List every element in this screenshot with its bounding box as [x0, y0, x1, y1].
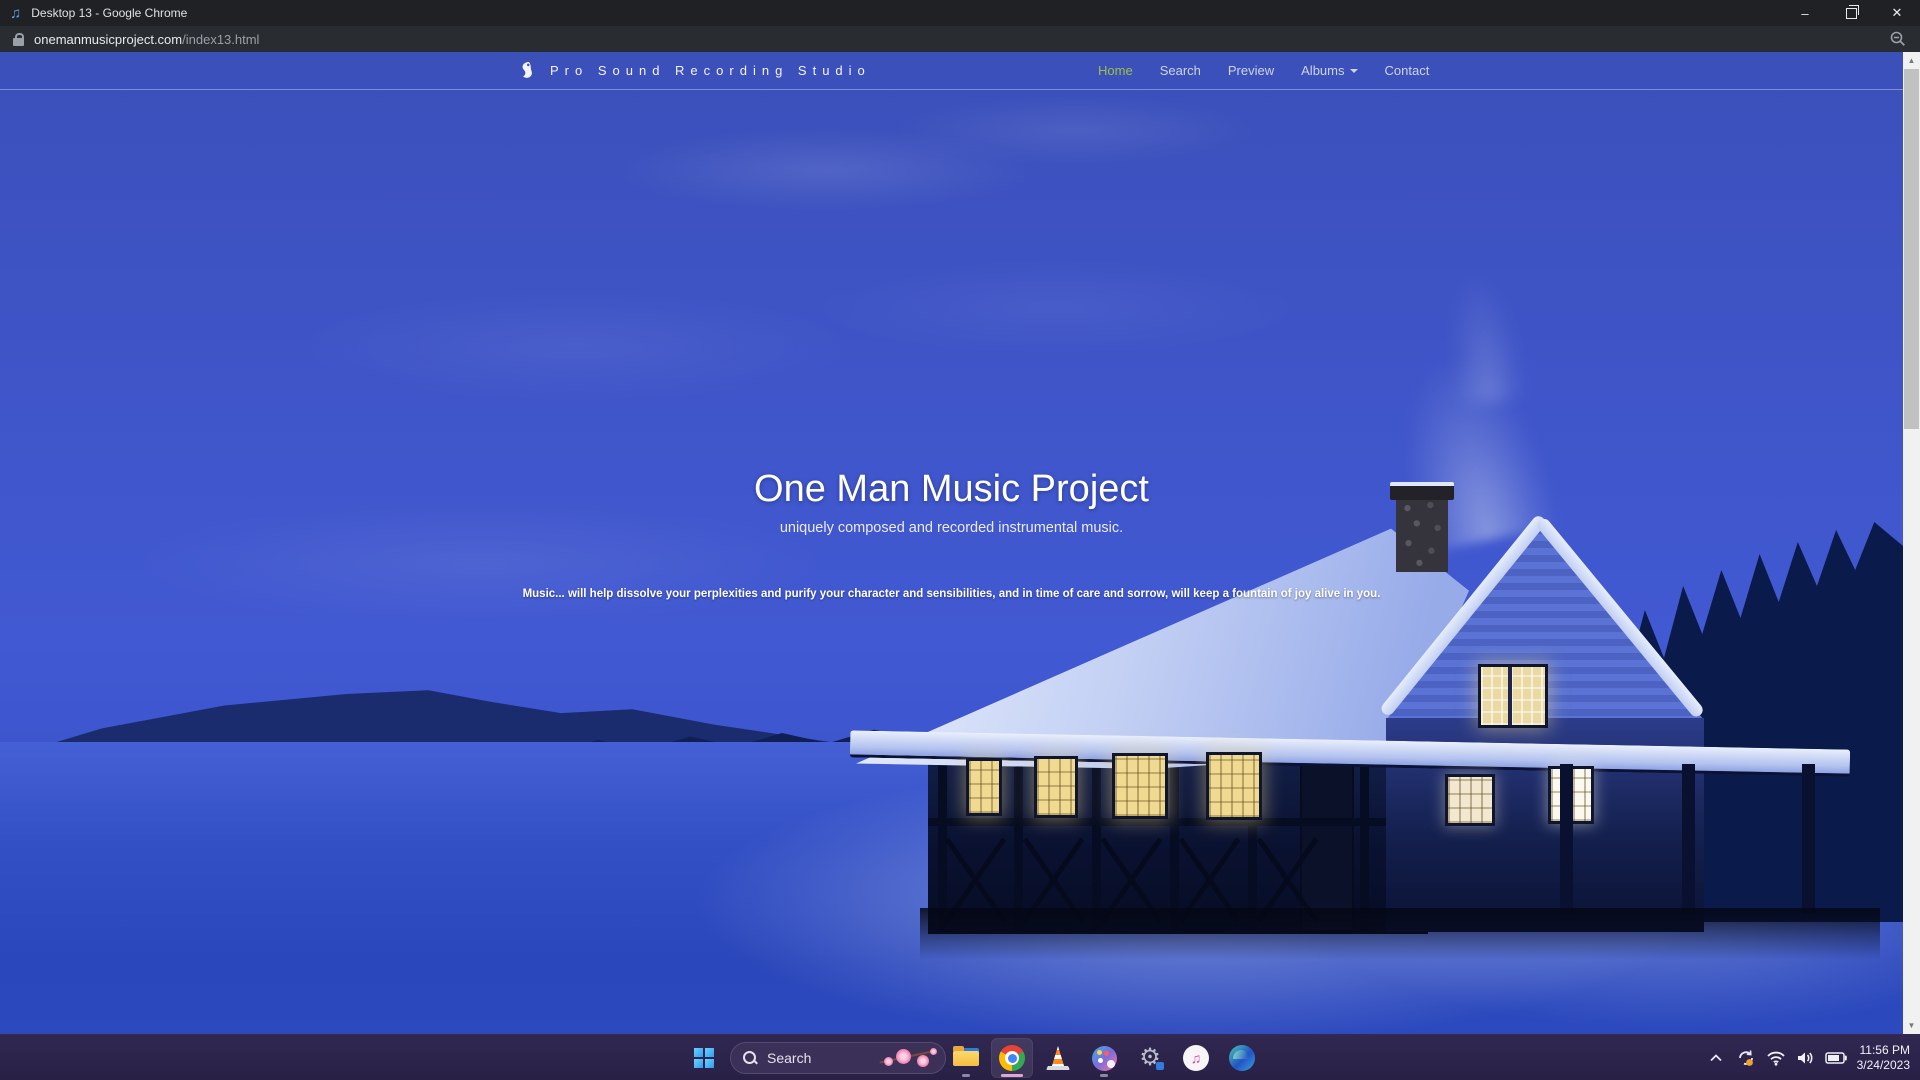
taskbar-app-chrome[interactable] — [991, 1038, 1033, 1078]
wifi-icon[interactable] — [1761, 1043, 1791, 1073]
timber-post — [1092, 752, 1101, 932]
cherry-blossom-decoration — [875, 1047, 937, 1071]
minimize-button[interactable]: – — [1782, 0, 1828, 26]
chevron-down-icon — [1350, 69, 1358, 73]
address-bar[interactable]: onemanmusicproject.com/index13.html — [0, 26, 1920, 52]
nav-item-search[interactable]: Search — [1160, 63, 1201, 78]
timber-beam — [928, 818, 1428, 826]
taskbar-app-paint[interactable] — [1083, 1038, 1125, 1078]
tab-favicon-music-note-icon: ♫ — [10, 6, 21, 21]
window-controls: – ✕ — [1782, 0, 1920, 26]
paint-icon — [1092, 1046, 1117, 1071]
file-explorer-icon — [953, 1048, 979, 1068]
vlc-icon — [1046, 1046, 1070, 1070]
browser-titlebar: ♫ Desktop 13 - Google Chrome – ✕ — [0, 0, 1920, 26]
restore-button[interactable] — [1828, 0, 1874, 26]
window-title: Desktop 13 - Google Chrome — [31, 6, 187, 20]
porch-post — [1682, 764, 1695, 914]
close-button[interactable]: ✕ — [1874, 0, 1920, 26]
brand-link[interactable]: Pro Sound Recording Studio — [518, 52, 871, 89]
desktop-screen: ♫ Desktop 13 - Google Chrome – ✕ onemanm… — [0, 0, 1920, 1080]
taskbar: Search ⚙ ♫ — [0, 1034, 1920, 1080]
settings-gear-icon: ⚙ — [1139, 1046, 1161, 1070]
volume-icon[interactable] — [1791, 1043, 1821, 1073]
porch-post — [1802, 764, 1815, 914]
sync-status-icon[interactable] — [1731, 1043, 1761, 1073]
page-viewport: Pro Sound Recording Studio Home Search P… — [0, 52, 1920, 1034]
taskbar-app-itunes[interactable]: ♫ — [1175, 1038, 1217, 1078]
hero-title: One Man Music Project — [0, 468, 1903, 511]
search-icon — [743, 1051, 757, 1065]
scrollbar-thumb[interactable] — [1904, 69, 1919, 429]
lit-window — [966, 758, 1002, 816]
active-indicator — [1001, 1074, 1023, 1077]
itunes-icon: ♫ — [1183, 1045, 1209, 1071]
scroll-down-arrow[interactable]: ▼ — [1903, 1017, 1920, 1034]
taskbar-clock[interactable]: 11:56 PM 3/24/2023 — [1857, 1043, 1910, 1073]
timber-post — [1360, 752, 1369, 932]
battery-icon[interactable] — [1821, 1043, 1851, 1073]
start-button[interactable] — [684, 1042, 724, 1074]
taskbar-app-settings[interactable]: ⚙ — [1129, 1038, 1171, 1078]
brand-name: Pro Sound Recording Studio — [550, 63, 871, 78]
nav-item-albums[interactable]: Albums — [1301, 63, 1357, 78]
lit-window — [1206, 752, 1262, 820]
porch-post — [1560, 764, 1573, 914]
taskbar-app-vlc[interactable] — [1037, 1038, 1079, 1078]
page-scrollbar[interactable]: ▲ ▼ — [1903, 52, 1920, 1034]
restore-icon — [1846, 8, 1857, 19]
nav-links: Home Search Preview Albums Contact — [1098, 52, 1429, 89]
timber-post — [1014, 752, 1023, 932]
lit-window — [1034, 756, 1078, 818]
nav-item-preview[interactable]: Preview — [1228, 63, 1274, 78]
lit-window — [1112, 753, 1168, 819]
hidden-icons-chevron[interactable] — [1701, 1043, 1731, 1073]
taskbar-app-edge[interactable] — [1221, 1038, 1263, 1078]
close-icon: ✕ — [1892, 5, 1903, 21]
running-indicator — [962, 1074, 970, 1077]
nav-item-contact[interactable]: Contact — [1385, 63, 1430, 78]
url-path: /index13.html — [182, 32, 259, 47]
hero-quote: Music... will help dissolve your perplex… — [0, 588, 1903, 600]
clock-date: 3/24/2023 — [1857, 1058, 1910, 1073]
minimize-icon: – — [1801, 6, 1808, 21]
taskbar-app-file-explorer[interactable] — [945, 1038, 987, 1078]
scroll-up-arrow[interactable]: ▲ — [1903, 52, 1920, 69]
upstairs-lit-window — [1478, 664, 1548, 728]
hero-subtitle: uniquely composed and recorded instrumen… — [0, 520, 1903, 536]
lock-icon[interactable] — [13, 33, 24, 46]
nav-item-home[interactable]: Home — [1098, 63, 1133, 78]
search-placeholder: Search — [767, 1050, 811, 1066]
timber-post — [1170, 752, 1179, 932]
cabin-shadow — [920, 908, 1880, 960]
clock-time: 11:56 PM — [1857, 1043, 1910, 1058]
site-navbar: Pro Sound Recording Studio Home Search P… — [0, 52, 1903, 90]
lit-window — [1445, 774, 1495, 826]
url-domain: onemanmusicproject.com — [34, 32, 182, 47]
windows-logo-icon — [694, 1048, 714, 1068]
chrome-icon — [999, 1045, 1025, 1071]
edge-icon — [1229, 1045, 1255, 1071]
brand-swirl-icon — [518, 61, 538, 81]
running-indicator — [1100, 1074, 1108, 1077]
system-tray: 11:56 PM 3/24/2023 — [1701, 1035, 1920, 1080]
url-text[interactable]: onemanmusicproject.com/index13.html — [34, 32, 259, 47]
taskbar-search[interactable]: Search — [730, 1042, 946, 1074]
zoom-out-icon[interactable] — [1890, 31, 1906, 47]
